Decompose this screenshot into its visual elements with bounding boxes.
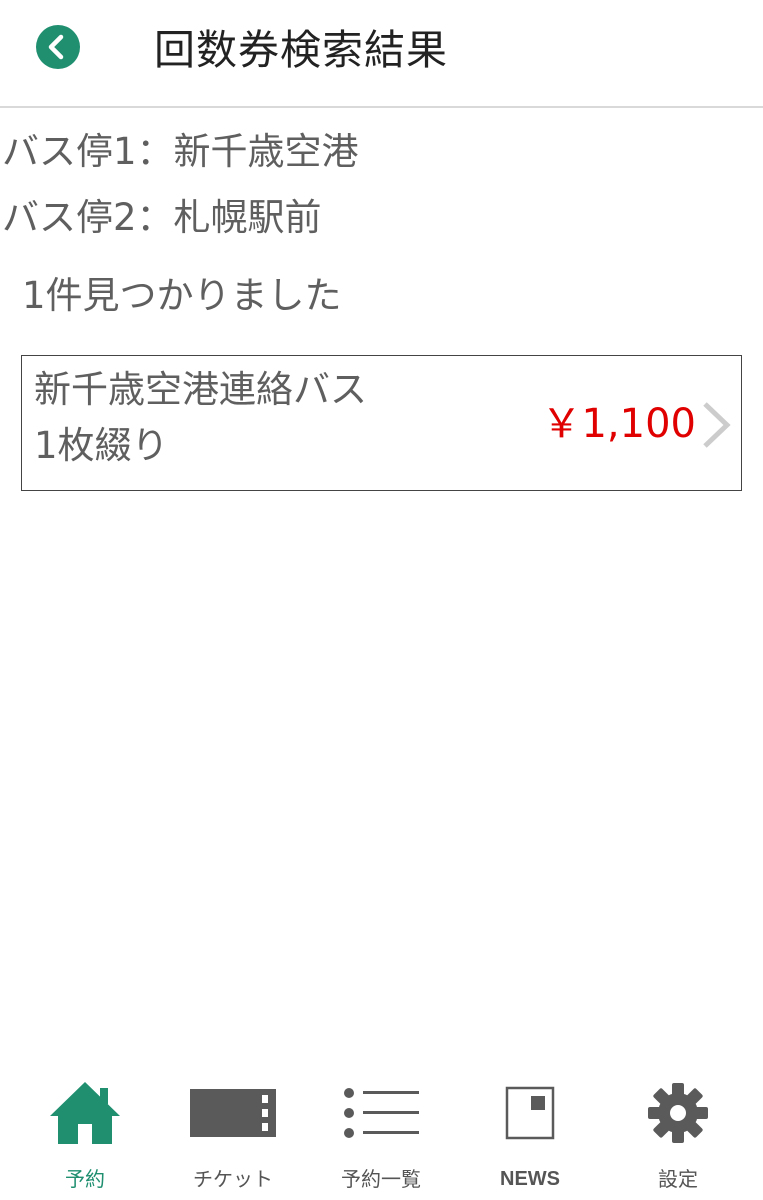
gear-icon: [648, 1083, 708, 1143]
bus-stop-2-text: バス停2：札幌駅前: [2, 196, 322, 239]
tab-label: チケット: [193, 1167, 273, 1191]
tab-label: 予約一覧: [341, 1167, 421, 1191]
result-count-text: 1件見つかりました: [22, 274, 342, 317]
tab-settings[interactable]: 設定: [603, 1068, 753, 1200]
page-title: 回数券検索結果: [154, 26, 448, 74]
bus-stop-1-text: バス停1：新千歳空港: [2, 130, 359, 173]
back-button[interactable]: [36, 25, 80, 69]
news-icon: [505, 1086, 555, 1140]
tab-label: NEWS: [500, 1168, 560, 1190]
chevron-right-icon: [703, 402, 731, 448]
list-icon: [344, 1088, 419, 1138]
tab-label: 予約: [65, 1167, 105, 1191]
result-price: ￥1,100: [541, 401, 696, 447]
result-ticket-type: 1枚綴り: [34, 424, 169, 467]
chevron-left-icon: [48, 34, 64, 60]
bottom-tab-bar: 予約 チケット 予約一覧 NEWS 設定: [0, 1068, 763, 1200]
ticket-icon: [190, 1089, 276, 1137]
result-item[interactable]: 新千歳空港連絡バス 1枚綴り ￥1,100: [21, 355, 742, 491]
tab-label: 設定: [658, 1167, 698, 1191]
tab-ticket[interactable]: チケット: [158, 1068, 308, 1200]
home-icon: [50, 1082, 120, 1144]
tab-news[interactable]: NEWS: [455, 1068, 605, 1200]
tab-reservation-list[interactable]: 予約一覧: [306, 1068, 456, 1200]
tab-reservation[interactable]: 予約: [10, 1068, 160, 1200]
result-route-name: 新千歳空港連絡バス: [34, 368, 367, 411]
header-bar: 回数券検索結果: [0, 0, 763, 108]
